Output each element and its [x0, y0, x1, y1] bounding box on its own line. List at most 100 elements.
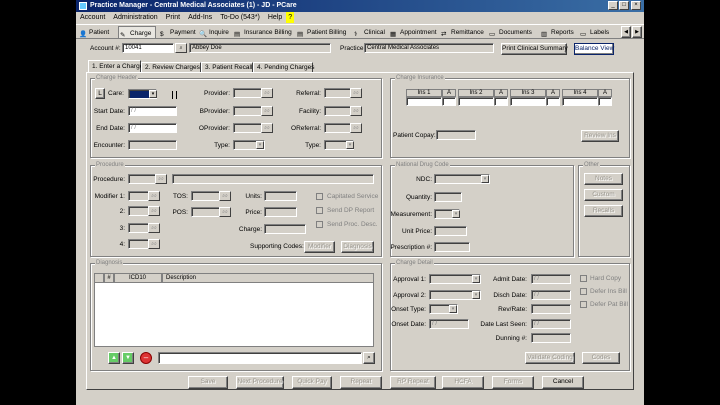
diagnosis-button[interactable]: Diagnosis — [341, 241, 374, 253]
repeat-button[interactable]: Repeat — [340, 376, 382, 389]
oprovider-lookup-button[interactable]: ⌕⌕ — [261, 123, 273, 133]
rp-repeat-button[interactable]: RP Repeat — [390, 376, 436, 389]
disch-date-input: / / — [531, 290, 571, 300]
rev-rate-label: Rev/Rate: — [498, 306, 527, 313]
tos-lookup-button[interactable]: ⌕⌕ — [219, 191, 231, 201]
send-dp-report-label: Send DP Report — [327, 207, 375, 214]
ndc-dropdown-arrow[interactable]: ▾ — [481, 175, 489, 183]
prescription-input — [434, 242, 470, 252]
print-clinical-summary-button[interactable]: Print Clinical Summary — [501, 43, 568, 55]
menu-print[interactable]: Print — [162, 12, 184, 23]
modifier4-lookup-button[interactable]: ⌕⌕ — [148, 239, 160, 249]
referral-lookup-button[interactable]: ⌕⌕ — [350, 88, 362, 98]
menu-help[interactable]: Help — [264, 12, 286, 23]
modifier4-label: 4: — [119, 241, 125, 248]
defer-ins-bill-checkbox[interactable] — [580, 288, 587, 295]
toolbar-patient[interactable]: 👤 Patient — [78, 26, 109, 39]
help-icon[interactable]: ? — [286, 12, 295, 23]
toolbar-insurance-billing[interactable]: ▤ Insurance Billing — [233, 26, 292, 39]
ins4-a-header: A — [598, 89, 612, 97]
toolbar-appointment[interactable]: ▦ Appointment — [389, 26, 437, 39]
cancel-button[interactable]: Cancel — [542, 376, 584, 389]
menu-administration[interactable]: Administration — [109, 12, 161, 23]
notes-button[interactable]: Notes — [584, 173, 623, 185]
move-up-icon[interactable]: ▲ — [108, 352, 120, 364]
capitated-service-checkbox[interactable] — [316, 193, 323, 200]
toolbar-reports[interactable]: ▥ Reports — [540, 26, 574, 39]
save-button[interactable]: Save — [188, 376, 228, 389]
menu-account[interactable]: Account — [76, 12, 109, 23]
start-date-input[interactable]: / / — [128, 106, 177, 116]
measurement-label: Measurement: — [390, 211, 432, 218]
delete-icon[interactable]: – — [140, 352, 152, 364]
diagnosis-search-input[interactable] — [158, 352, 362, 364]
modifier3-lookup-button[interactable]: ⌕⌕ — [148, 223, 160, 233]
modifier2-lookup-button[interactable]: ⌕⌕ — [148, 206, 160, 216]
pos-lookup-button[interactable]: ⌕⌕ — [219, 207, 231, 217]
patient-copay-input — [436, 130, 476, 140]
codes-button[interactable]: Codes — [582, 352, 620, 364]
oreferral-lookup-button[interactable]: ⌕⌕ — [350, 123, 362, 133]
ins2-a-select[interactable] — [494, 97, 508, 106]
hard-copy-checkbox[interactable] — [580, 275, 587, 282]
ins3-a-select[interactable] — [546, 97, 560, 106]
toolbar-charge[interactable]: ✎ Charge — [118, 26, 156, 39]
review-ins-button[interactable]: Review Ins — [581, 130, 619, 142]
toolbar-documents[interactable]: ▭ Documents — [488, 26, 532, 39]
toolbar-inquire[interactable]: 🔍 Inquire — [198, 26, 229, 39]
menu-todo[interactable]: To-Do (543*) — [216, 12, 264, 23]
end-date-input[interactable]: / / — [128, 123, 177, 133]
toolbar-payment[interactable]: $ Payment — [159, 26, 196, 39]
maximize-button[interactable]: □ — [619, 1, 629, 10]
toolbar-patient-billing[interactable]: ▤ Patient Billing — [296, 26, 346, 39]
ins1-select[interactable] — [406, 97, 442, 106]
next-procedure-button[interactable]: Next Procedure — [236, 376, 284, 389]
care-dropdown-arrow[interactable]: ▾ — [149, 90, 157, 98]
toolbar-scroll-right-button[interactable]: ▶ — [632, 26, 642, 38]
ins2-select[interactable] — [458, 97, 494, 106]
procedure-lookup-button[interactable]: ⌕⌕ — [155, 174, 167, 184]
admit-date-input: / / — [531, 274, 571, 284]
toolbar-scroll-left-button[interactable]: ◀ — [621, 26, 631, 38]
hcfa-button[interactable]: HCFA — [442, 376, 484, 389]
type-dropdown-arrow[interactable]: ▾ — [256, 141, 264, 149]
facility-label: Facility: — [298, 108, 321, 115]
type2-dropdown-arrow[interactable]: ▾ — [346, 141, 354, 149]
ins3-select[interactable] — [510, 97, 546, 106]
menu-add-ins[interactable]: Add-Ins — [184, 12, 216, 23]
bprovider-lookup-button[interactable]: ⌕⌕ — [261, 106, 273, 116]
toolbar-remittance[interactable]: ⇄ Remittance — [440, 26, 484, 39]
toolbar-labels[interactable]: ▭ Labels — [579, 26, 609, 39]
close-button[interactable]: × — [631, 1, 641, 10]
search-icon[interactable]: ⌕ — [363, 352, 375, 364]
ins4-select[interactable] — [562, 97, 598, 106]
defer-pat-bill-checkbox[interactable] — [580, 301, 587, 308]
lookup-l-button[interactable]: L — [95, 88, 105, 99]
validate-coding-button[interactable]: Validate Coding — [525, 352, 575, 364]
modifier2-label: 2: — [119, 208, 125, 215]
account-number-input[interactable]: 10041 — [122, 43, 174, 53]
custom-button[interactable]: Custom — [584, 189, 623, 201]
provider-lookup-button[interactable]: ⌕⌕ — [261, 88, 273, 98]
facility-lookup-button[interactable]: ⌕⌕ — [350, 106, 362, 116]
modifier-button[interactable]: Modifier — [304, 241, 335, 253]
send-dp-report-checkbox[interactable] — [316, 207, 323, 214]
balance-view-button[interactable]: Balance View — [574, 43, 614, 55]
ins1-a-select[interactable] — [442, 97, 456, 106]
recalls-button[interactable]: Recalls — [584, 205, 623, 217]
toolbar-clinical[interactable]: ⚕ Clinical — [353, 26, 385, 39]
practice-field: Central Medical Associates — [364, 43, 494, 53]
minimize-button[interactable]: _ — [608, 1, 618, 10]
quick-pay-button[interactable]: Quick Pay — [292, 376, 332, 389]
onset-type-dropdown-arrow[interactable]: ▾ — [449, 305, 457, 313]
send-proc-desc-checkbox[interactable] — [316, 221, 323, 228]
move-down-icon[interactable]: ▼ — [122, 352, 134, 364]
modifier1-lookup-button[interactable]: ⌕⌕ — [148, 191, 160, 201]
forms-button[interactable]: Forms — [492, 376, 534, 389]
diagnosis-grid[interactable] — [94, 273, 374, 347]
approval1-label: Approval 1: — [393, 276, 426, 283]
oreferral-label: OReferral: — [291, 125, 321, 132]
ins4-a-select[interactable] — [598, 97, 612, 106]
measurement-dropdown-arrow[interactable]: ▾ — [452, 210, 460, 218]
account-search-button[interactable]: ⌕ — [175, 43, 187, 53]
